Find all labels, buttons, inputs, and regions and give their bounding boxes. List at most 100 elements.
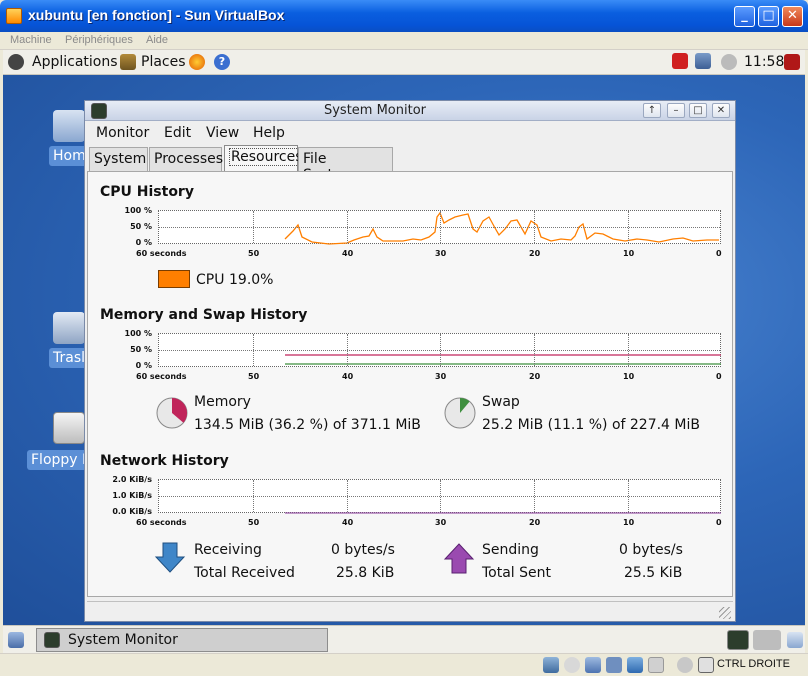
- tab-file-systems[interactable]: File Systems: [298, 147, 393, 183]
- cpu-ylabel-0: 0 %: [135, 238, 152, 247]
- logout-icon[interactable]: [784, 54, 800, 70]
- swap-label: Swap: [482, 394, 520, 410]
- cpu-history-graph: [158, 210, 721, 245]
- shared-folders-icon[interactable]: [627, 657, 643, 673]
- x-axis-label: 40: [342, 372, 354, 381]
- show-desktop-icon[interactable]: [8, 632, 24, 648]
- receiving-label: Receiving: [194, 542, 262, 558]
- menu-machine[interactable]: Machine: [10, 34, 52, 46]
- x-axis-label: 20: [529, 518, 541, 527]
- x-axis-label: 0: [716, 518, 722, 527]
- clock[interactable]: 11:58: [744, 54, 784, 70]
- total-received-value: 25.8 KiB: [336, 565, 395, 581]
- sending-label: Sending: [482, 542, 539, 558]
- total-sent-label: Total Sent: [482, 565, 552, 581]
- swap-pie-icon[interactable]: [443, 396, 477, 430]
- swap-value: 25.2 MiB (11.1 %) of 227.4 MiB: [482, 417, 700, 433]
- system-monitor-titlebar[interactable]: System Monitor ↑ – □ ✕: [85, 101, 735, 121]
- window-minimize-button[interactable]: –: [667, 103, 685, 118]
- vbox-statusbar: CTRL DROITE: [0, 653, 808, 676]
- applications-menu[interactable]: Applications: [32, 54, 118, 70]
- vrdp-icon[interactable]: [648, 657, 664, 673]
- sending-value: 0 bytes/s: [619, 542, 683, 558]
- system-monitor-title: System Monitor: [323, 103, 427, 118]
- graph-hgrid: [159, 350, 720, 351]
- menu-monitor[interactable]: Monitor: [96, 125, 149, 141]
- guest-screen[interactable]: Applications Places ? 11:58 Hom Trasl Fl…: [3, 50, 805, 653]
- cd-icon[interactable]: [564, 657, 580, 673]
- host-key-label: CTRL DROITE: [717, 658, 790, 670]
- virtualbox-icon: [6, 8, 22, 24]
- memory-history-title: Memory and Swap History: [100, 307, 308, 323]
- x-axis-label: 30: [435, 372, 447, 381]
- menu-help[interactable]: Help: [253, 125, 285, 141]
- tab-resources[interactable]: Resources: [224, 145, 305, 171]
- menu-view[interactable]: View: [206, 125, 239, 141]
- x-axis-label: 10: [623, 518, 635, 527]
- network-history-graph: [158, 479, 721, 514]
- window-close-button[interactable]: ✕: [712, 103, 730, 118]
- system-monitor-window: System Monitor ↑ – □ ✕ Monitor Edit View…: [84, 100, 736, 622]
- x-axis-label: 40: [342, 518, 354, 527]
- hard-disk-icon[interactable]: [543, 657, 559, 673]
- mouse-integration-icon[interactable]: [677, 657, 693, 673]
- trash-applet-icon[interactable]: [787, 632, 803, 648]
- receiving-arrow-icon[interactable]: [154, 542, 186, 574]
- menu-peripheriques[interactable]: Périphériques: [65, 34, 133, 46]
- menu-aide[interactable]: Aide: [146, 34, 168, 46]
- resize-grip[interactable]: [719, 607, 731, 619]
- x-axis-label: 50: [248, 518, 260, 527]
- home-folder-icon: [53, 110, 85, 142]
- cpu-color-swatch[interactable]: [158, 270, 190, 288]
- minimize-button[interactable]: _: [734, 6, 755, 27]
- x-axis-label: 50: [248, 249, 260, 258]
- window-up-button[interactable]: ↑: [643, 103, 661, 118]
- places-icon: [120, 54, 136, 70]
- firefox-icon[interactable]: [189, 54, 205, 70]
- mem-ylabel-0: 0 %: [135, 361, 152, 370]
- vbox-titlebar: xubuntu [en fonction] - Sun VirtualBox _…: [0, 0, 808, 32]
- tab-processes[interactable]: Processes: [149, 147, 223, 171]
- tab-system[interactable]: System: [89, 147, 148, 171]
- usb-icon[interactable]: [606, 657, 622, 673]
- net-ylabel-0: 0.0 KiB/s: [112, 507, 152, 516]
- mem-ylabel-100: 100 %: [124, 329, 153, 338]
- places-menu[interactable]: Places: [141, 54, 186, 70]
- total-received-label: Total Received: [194, 565, 295, 581]
- resources-panel: CPU History 100 % 50 % 0 % CPU 19.0% Mem…: [87, 171, 733, 597]
- taskbar-system-monitor[interactable]: System Monitor: [36, 628, 328, 652]
- network-adapter-icon[interactable]: [585, 657, 601, 673]
- tab-bar: System Processes Resources File Systems: [85, 145, 735, 183]
- memory-pie-icon[interactable]: [155, 396, 189, 430]
- x-axis-label: 30: [435, 249, 447, 258]
- top-panel: Applications Places ? 11:58: [3, 50, 805, 75]
- x-axis-label: 10: [623, 372, 635, 381]
- maximize-button[interactable]: □: [758, 6, 779, 27]
- xfce-mouse-icon[interactable]: [8, 54, 24, 70]
- x-axis-label: 60 seconds: [136, 518, 187, 527]
- net-ylabel-1: 1.0 KiB/s: [112, 491, 152, 500]
- menu-edit[interactable]: Edit: [164, 125, 191, 141]
- update-notifier-icon[interactable]: [672, 53, 688, 69]
- x-axis-label: 20: [529, 372, 541, 381]
- workspace-2[interactable]: [753, 630, 781, 650]
- floppy-icon: [53, 412, 85, 444]
- x-axis-label: 40: [342, 249, 354, 258]
- close-button[interactable]: ✕: [782, 6, 803, 27]
- network-icon[interactable]: [695, 53, 711, 69]
- x-axis-label: 60 seconds: [136, 372, 187, 381]
- graph-hgrid: [159, 496, 720, 497]
- memory-value: 134.5 MiB (36.2 %) of 371.1 MiB: [194, 417, 421, 433]
- volume-icon[interactable]: [721, 54, 737, 70]
- graph-hgrid: [159, 227, 720, 228]
- mem-ylabel-50: 50 %: [130, 345, 152, 354]
- memory-label: Memory: [194, 394, 251, 410]
- cpu-legend-value: 19.0%: [229, 272, 274, 288]
- workspace-1[interactable]: [727, 630, 749, 650]
- statusbar: [87, 601, 733, 621]
- trash-icon: [53, 312, 85, 344]
- help-icon[interactable]: ?: [214, 54, 230, 70]
- window-maximize-button[interactable]: □: [689, 103, 707, 118]
- sending-arrow-icon[interactable]: [443, 542, 475, 574]
- cpu-ylabel-100: 100 %: [124, 206, 153, 215]
